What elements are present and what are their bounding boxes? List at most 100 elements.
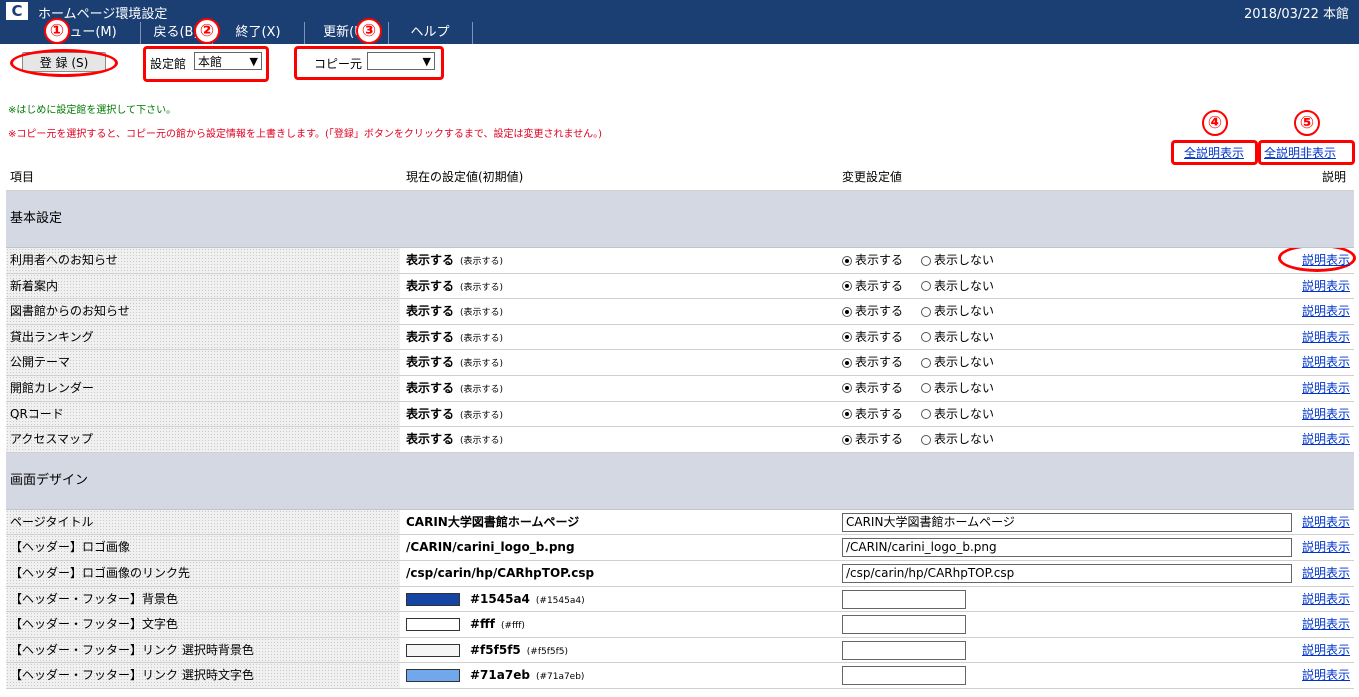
menu-item-menu[interactable]: メニュー(M) bbox=[20, 22, 141, 44]
show-description-link[interactable]: 説明表示 bbox=[1302, 427, 1350, 452]
radio-show[interactable] bbox=[842, 357, 852, 368]
current-value-text: 表示する bbox=[406, 355, 455, 370]
radio-hide-label[interactable]: 表示しない bbox=[934, 304, 994, 318]
annotation-number-1: ① bbox=[44, 18, 70, 44]
table-row: 【ヘッダー・フッター】リンク 選択時文字色 #71a7eb (#71a7eb) 説明表… bbox=[6, 663, 1354, 689]
table-row: 図書館からのお知らせ 表示する (表示する) 表示する 表示しない 説明表示 bbox=[6, 299, 1354, 325]
color-input[interactable] bbox=[842, 589, 966, 609]
item-label: 利用者へのお知らせ bbox=[6, 248, 400, 273]
change-value: 表示する 表示しない bbox=[842, 274, 1012, 299]
color-swatch bbox=[406, 669, 460, 683]
show-description-link[interactable]: 説明表示 bbox=[1302, 402, 1350, 427]
item-label: 開館カレンダー bbox=[6, 375, 400, 401]
current-value-text: #fff bbox=[470, 617, 495, 632]
table-row: ページタイトル CARIN大学図書館ホームページ CARIN大学図書館ホームページ説… bbox=[6, 509, 1354, 536]
table-row: 新着案内 表示する (表示する) 表示する 表示しない 説明表示 bbox=[6, 273, 1354, 300]
current-value: 表示する (表示する) bbox=[406, 299, 503, 324]
show-description-link[interactable]: 説明表示 bbox=[1302, 587, 1350, 612]
text-input[interactable]: /csp/carin/hp/CARhpTOP.csp bbox=[842, 563, 1292, 583]
radio-hide-label[interactable]: 表示しない bbox=[934, 432, 994, 446]
radio-show[interactable] bbox=[842, 281, 852, 292]
initial-value-text: (表示する) bbox=[460, 308, 504, 319]
initial-value-text: (表示する) bbox=[460, 436, 504, 447]
radio-show-label[interactable]: 表示する bbox=[855, 330, 903, 344]
section-design: 画面デザイン bbox=[6, 452, 1354, 510]
menu-item-exit[interactable]: 終了(X) bbox=[212, 22, 305, 44]
radio-hide-label[interactable]: 表示しない bbox=[934, 381, 994, 395]
current-value: /CARIN/carini_logo_b.png bbox=[406, 535, 575, 560]
radio-show[interactable] bbox=[842, 409, 852, 420]
initial-value-text: (表示する) bbox=[460, 359, 504, 370]
radio-show-label[interactable]: 表示する bbox=[855, 381, 903, 395]
current-value-text: 表示する bbox=[406, 278, 455, 293]
radio-hide-label[interactable]: 表示しない bbox=[934, 253, 994, 267]
radio-hide-label[interactable]: 表示しない bbox=[934, 279, 994, 293]
radio-hide[interactable] bbox=[921, 357, 932, 368]
annotation-number-4: ④ bbox=[1202, 110, 1228, 136]
show-description-link[interactable]: 説明表示 bbox=[1302, 299, 1350, 324]
annotation-number-2: ② bbox=[194, 18, 220, 44]
radio-hide-label[interactable]: 表示しない bbox=[934, 330, 994, 344]
annotation-number-3: ③ bbox=[356, 18, 382, 44]
radio-show-label[interactable]: 表示する bbox=[855, 279, 903, 293]
item-label: 【ヘッダー】ロゴ画像 bbox=[6, 535, 400, 560]
show-description-link[interactable]: 説明表示 bbox=[1302, 325, 1350, 350]
table-row: 【ヘッダー・フッター】文字色 #fff (#fff) 説明表示 bbox=[6, 612, 1354, 638]
radio-hide[interactable] bbox=[921, 281, 932, 292]
radio-show-label[interactable]: 表示する bbox=[855, 355, 903, 369]
hide-all-descriptions-link[interactable]: 全説明非表示 bbox=[1264, 144, 1336, 161]
show-description-link[interactable]: 説明表示 bbox=[1302, 274, 1350, 299]
table-row: 【ヘッダー・フッター】背景色 #1545a4 (#1545a4) 説明表示 bbox=[6, 586, 1354, 613]
show-description-link[interactable]: 説明表示 bbox=[1302, 561, 1350, 586]
current-value: /csp/carin/hp/CARhpTOP.csp bbox=[406, 561, 594, 586]
radio-show[interactable] bbox=[842, 332, 852, 343]
current-value-text: 表示する bbox=[406, 432, 455, 447]
radio-show[interactable] bbox=[842, 383, 852, 394]
show-description-link[interactable]: 説明表示 bbox=[1302, 638, 1350, 663]
color-input[interactable] bbox=[842, 615, 966, 635]
table-row: 利用者へのお知らせ 表示する (表示する) 表示する 表示しない 説明表示 bbox=[6, 248, 1354, 274]
initial-value-text: (表示する) bbox=[460, 384, 504, 395]
instruction-note: ※はじめに設定館を選択して下さい。 bbox=[8, 105, 177, 116]
color-swatch bbox=[406, 592, 460, 606]
current-value-text: 表示する bbox=[406, 380, 455, 395]
show-description-link[interactable]: 説明表示 bbox=[1302, 510, 1350, 535]
section-title: 画面デザイン bbox=[10, 472, 89, 488]
current-value: #71a7eb (#71a7eb) bbox=[406, 663, 584, 688]
radio-show-label[interactable]: 表示する bbox=[855, 432, 903, 446]
radio-hide-label[interactable]: 表示しない bbox=[934, 355, 994, 369]
radio-hide[interactable] bbox=[921, 255, 932, 266]
show-description-link[interactable]: 説明表示 bbox=[1302, 535, 1350, 560]
item-label: 【ヘッダー・フッター】リンク 選択時背景色 bbox=[6, 637, 400, 663]
current-value-text: /CARIN/carini_logo_b.png bbox=[406, 540, 575, 555]
radio-hide[interactable] bbox=[921, 332, 932, 343]
radio-hide[interactable] bbox=[921, 434, 932, 445]
current-value: 表示する (表示する) bbox=[406, 402, 503, 427]
radio-show[interactable] bbox=[842, 434, 852, 445]
show-description-link[interactable]: 説明表示 bbox=[1302, 248, 1350, 273]
initial-value-text: (#71a7eb) bbox=[535, 672, 585, 683]
menu-item-help[interactable]: ヘルプ bbox=[388, 22, 473, 44]
show-description-link[interactable]: 説明表示 bbox=[1302, 376, 1350, 401]
color-input[interactable] bbox=[842, 640, 966, 660]
color-input[interactable] bbox=[842, 666, 966, 686]
radio-show-label[interactable]: 表示する bbox=[855, 407, 903, 421]
item-label: アクセスマップ bbox=[6, 427, 400, 452]
radio-hide[interactable] bbox=[921, 409, 932, 420]
text-input[interactable]: /CARIN/carini_logo_b.png bbox=[842, 538, 1292, 558]
item-label: 【ヘッダー・フッター】背景色 bbox=[6, 586, 400, 612]
radio-show[interactable] bbox=[842, 255, 852, 266]
radio-show-label[interactable]: 表示する bbox=[855, 253, 903, 267]
radio-show[interactable] bbox=[842, 306, 852, 317]
radio-hide[interactable] bbox=[921, 306, 932, 317]
show-description-link[interactable]: 説明表示 bbox=[1302, 663, 1350, 688]
current-value: #1545a4 (#1545a4) bbox=[406, 587, 585, 612]
show-description-link[interactable]: 説明表示 bbox=[1302, 612, 1350, 637]
show-all-descriptions-link[interactable]: 全説明表示 bbox=[1184, 144, 1244, 161]
radio-hide-label[interactable]: 表示しない bbox=[934, 407, 994, 421]
annotation-number-5: ⑤ bbox=[1294, 110, 1320, 136]
show-description-link[interactable]: 説明表示 bbox=[1302, 350, 1350, 375]
text-input[interactable]: CARIN大学図書館ホームページ bbox=[842, 512, 1292, 532]
radio-show-label[interactable]: 表示する bbox=[855, 304, 903, 318]
radio-hide[interactable] bbox=[921, 383, 932, 394]
